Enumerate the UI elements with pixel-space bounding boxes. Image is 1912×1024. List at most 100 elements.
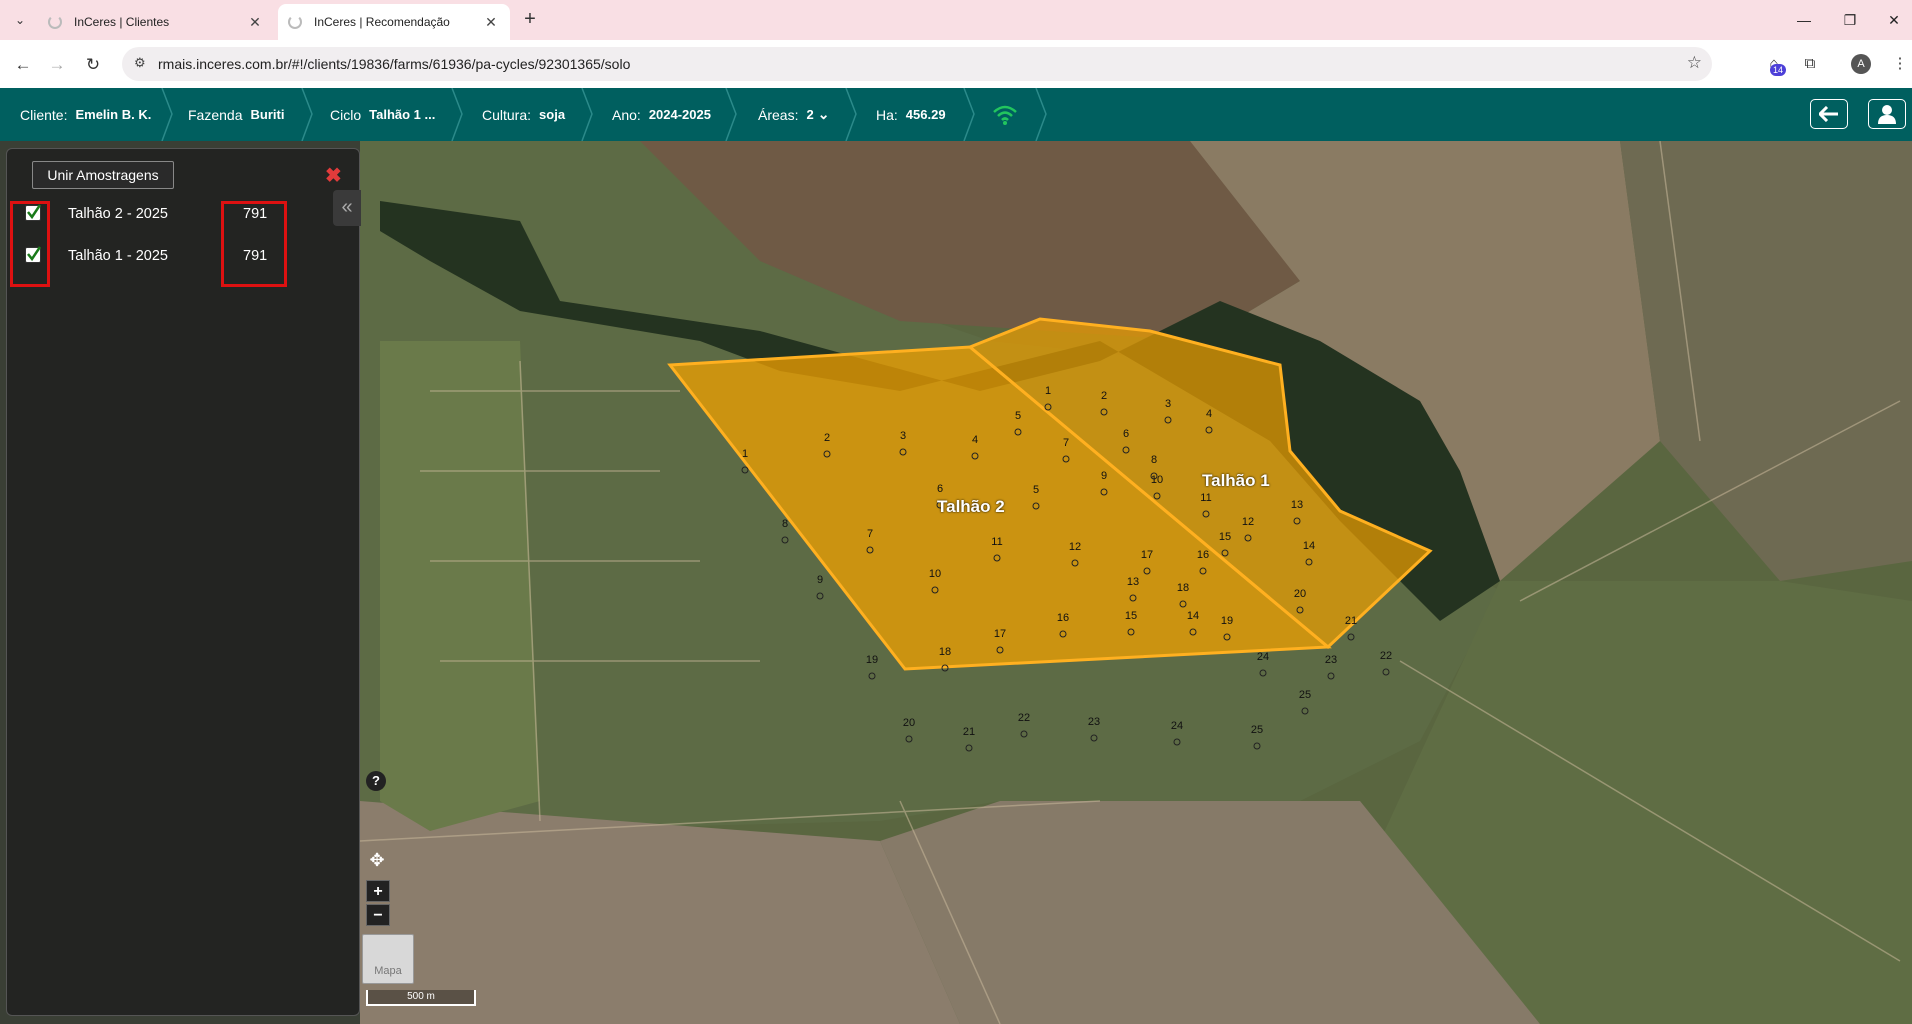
new-tab-button[interactable]: + — [518, 8, 542, 32]
sample-point-marker[interactable] — [965, 744, 973, 752]
sample-point-label: 11 — [991, 536, 1002, 548]
arrow-left-icon — [1819, 106, 1838, 122]
sampling-label: Talhão 2 - 2025 — [68, 206, 168, 222]
sample-point-marker[interactable] — [1173, 738, 1181, 746]
sample-point-label: 13 — [1127, 576, 1139, 588]
sample-point-label: 14 — [1303, 540, 1315, 552]
sample-point-marker[interactable] — [741, 466, 749, 474]
sample-point-label: 3 — [900, 430, 906, 442]
sample-point-marker[interactable] — [1259, 669, 1267, 677]
sample-point-label: 25 — [1299, 689, 1311, 701]
fazenda-value: Buriti — [250, 107, 285, 122]
close-tab-icon[interactable]: ✕ — [482, 14, 500, 31]
map-type-button[interactable]: Mapa — [362, 934, 414, 984]
reload-icon[interactable]: ↻ — [80, 52, 106, 78]
sample-point-label: 15 — [1219, 531, 1231, 543]
pan-icon[interactable]: ✥ — [365, 850, 389, 874]
sample-point-label: 19 — [1221, 615, 1233, 627]
tab-clientes[interactable]: InCeres | Clientes ✕ — [38, 4, 274, 40]
sample-point-marker[interactable] — [1382, 668, 1390, 676]
back-arrow-button[interactable] — [1810, 99, 1848, 129]
sample-point-label: 2 — [824, 432, 830, 444]
address-bar[interactable]: ⚙ rmais.inceres.com.br/#!/clients/19836/… — [122, 47, 1712, 81]
cultura-value: soja — [539, 107, 566, 122]
ha-label: Ha: — [876, 106, 898, 123]
zoom-out-button[interactable]: − — [366, 904, 390, 926]
sample-point-label: 21 — [1345, 615, 1357, 627]
help-button[interactable]: ? — [366, 771, 386, 791]
bookmark-star-icon[interactable]: ☆ — [1687, 53, 1702, 73]
chevron-right-icon — [300, 87, 314, 142]
sampling-panel: Unir Amostragens ✖ Talhão 2 - 2025 791 T… — [6, 148, 360, 1016]
browser-menu-icon[interactable]: ⋮ — [1886, 50, 1912, 78]
sample-point-marker[interactable] — [868, 672, 876, 680]
sample-point-marker[interactable] — [1347, 633, 1355, 641]
cliente-value: Emelin B. K. — [75, 107, 152, 122]
breadcrumb-ano[interactable]: Ano: 2024-2025 — [612, 88, 711, 141]
forward-icon[interactable]: → — [44, 52, 70, 78]
sample-point-label: 22 — [1380, 650, 1392, 662]
sample-point-marker[interactable] — [816, 592, 824, 600]
sample-point-label: 5 — [1033, 484, 1039, 496]
tab-recomendacao[interactable]: InCeres | Recomendação ✕ — [278, 4, 510, 40]
sample-point-label: 23 — [1325, 654, 1337, 666]
sample-point-marker[interactable] — [1301, 707, 1309, 715]
sample-point-marker[interactable] — [905, 735, 913, 743]
browser-tabbar: ⌄ InCeres | Clientes ✕ InCeres | Recomen… — [0, 0, 1912, 40]
breadcrumb-ciclo[interactable]: Ciclo Talhão 1 ... — [330, 88, 435, 141]
breadcrumb-cliente[interactable]: Cliente: Emelin B. K. — [20, 88, 151, 141]
loading-icon — [288, 15, 302, 29]
collapse-panel-icon[interactable]: « — [333, 190, 361, 226]
highlight-box-values — [221, 201, 287, 287]
close-icon[interactable]: ✖ — [325, 163, 342, 188]
profile-avatar[interactable]: A — [1851, 54, 1871, 74]
breadcrumb-areas[interactable]: Áreas: 2 ⌄ — [758, 88, 829, 141]
zoom-in-button[interactable]: + — [366, 880, 390, 902]
sample-point-label: 9 — [817, 574, 823, 586]
merge-samplings-button[interactable]: Unir Amostragens — [32, 161, 174, 189]
window-close-icon[interactable]: ✕ — [1880, 8, 1908, 32]
sample-point-label: 18 — [939, 646, 951, 658]
sample-point-marker[interactable] — [781, 536, 789, 544]
ciclo-label: Ciclo — [330, 106, 362, 123]
sample-point-label: 10 — [1151, 474, 1163, 486]
sample-point-marker[interactable] — [1253, 742, 1261, 750]
sample-point-label: 19 — [866, 654, 878, 666]
sample-point-label: 9 — [1101, 470, 1107, 482]
sample-point-marker[interactable] — [1327, 672, 1335, 680]
cultura-label: Cultura: — [482, 106, 532, 123]
sample-point-label: 14 — [1187, 610, 1199, 622]
user-button[interactable] — [1868, 99, 1906, 129]
extensions-puzzle-icon[interactable]: ⧉ — [1796, 50, 1824, 78]
sample-point-label: 12 — [1069, 541, 1081, 553]
tab-search-icon[interactable]: ⌄ — [8, 8, 32, 32]
cliente-label: Cliente: — [20, 106, 68, 123]
site-info-icon[interactable]: ⚙ — [134, 55, 146, 71]
sample-point-marker[interactable] — [1020, 730, 1028, 738]
back-icon[interactable]: ← — [10, 52, 36, 78]
sample-point-marker[interactable] — [1090, 734, 1098, 742]
sample-point-label: 16 — [1197, 549, 1209, 561]
field-label-talhao-2: Talhão 2 — [937, 497, 1005, 516]
sample-point-label: 21 — [963, 726, 975, 738]
sample-point-label: 16 — [1057, 612, 1069, 624]
field-label-talhao-1: Talhão 1 — [1202, 471, 1270, 490]
chevron-down-icon[interactable]: ⌄ — [818, 106, 830, 123]
chevron-right-icon — [844, 87, 858, 142]
chevron-right-icon — [962, 87, 976, 142]
user-icon — [1878, 105, 1896, 124]
restore-icon[interactable]: ❐ — [1836, 8, 1864, 32]
sample-point-label: 1 — [1045, 385, 1051, 397]
minimize-icon[interactable]: — — [1790, 8, 1818, 32]
sample-point-label: 8 — [782, 518, 788, 530]
close-tab-icon[interactable]: ✕ — [246, 14, 264, 31]
ano-label: Ano: — [612, 106, 641, 123]
sample-point-label: 15 — [1125, 610, 1137, 622]
ha-value: 456.29 — [905, 107, 946, 122]
breadcrumb-cultura[interactable]: Cultura: soja — [482, 88, 565, 141]
breadcrumb-fazenda[interactable]: Fazenda Buriti — [188, 88, 284, 141]
tab-title: InCeres | Clientes — [74, 15, 170, 29]
url-text[interactable]: rmais.inceres.com.br/#!/clients/19836/fa… — [158, 56, 630, 72]
chevron-right-icon — [1034, 87, 1048, 142]
sample-point-label: 6 — [1123, 428, 1129, 440]
